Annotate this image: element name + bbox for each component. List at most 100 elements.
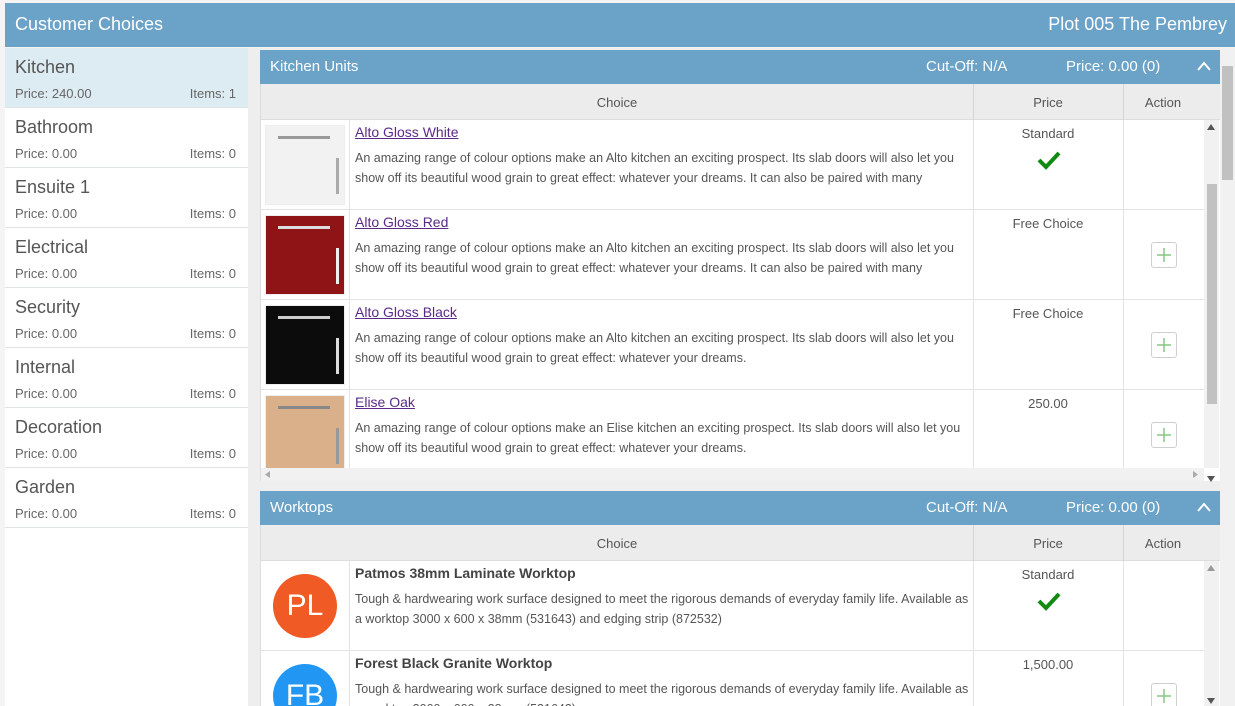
- choice-price: Free Choice: [1012, 216, 1084, 231]
- horizontal-scrollbar[interactable]: [261, 468, 1204, 481]
- table-body: PL Patmos 38mm Laminate Worktop Tough & …: [261, 561, 1204, 706]
- add-choice-button[interactable]: [1151, 683, 1177, 706]
- table-header: Choice Price Action: [261, 525, 1220, 561]
- table-row: FB Forest Black Granite Worktop Tough & …: [261, 651, 1204, 706]
- door-thumbnail: [265, 305, 345, 385]
- sidebar-item-security[interactable]: Security Price: 0.00 Items: 0: [5, 288, 248, 348]
- scroll-left-icon[interactable]: [265, 471, 270, 478]
- door-thumbnail: [265, 215, 345, 295]
- plus-icon: [1157, 689, 1171, 703]
- sidebar-item-price: Price: 0.00: [15, 386, 78, 401]
- panel-worktops: Worktops Cut-Off: N/A Price: 0.00 (0) Ch…: [260, 491, 1220, 706]
- plot-name: Plot 005 The Pembrey: [1048, 14, 1227, 34]
- choice-price: 1,500.00: [1022, 657, 1074, 672]
- choice-description: Tough & hardwearing work surface designe…: [355, 592, 969, 626]
- chevron-up-icon[interactable]: [1196, 60, 1212, 72]
- sidebar-item-name: Internal: [15, 357, 76, 377]
- sidebar-item-price: Price: 0.00: [15, 446, 78, 461]
- sidebar-item-decoration[interactable]: Decoration Price: 0.00 Items: 0: [5, 408, 248, 468]
- sidebar-item-count: Items: 1: [189, 86, 236, 101]
- plus-icon: [1157, 428, 1171, 442]
- panel-price: Price: 0.00 (0): [1066, 58, 1161, 75]
- table-row: Alto Gloss Black An amazing range of col…: [261, 300, 1204, 390]
- table-row: Alto Gloss White An amazing range of col…: [261, 120, 1204, 210]
- add-choice-button[interactable]: [1151, 242, 1177, 268]
- panel-cutoff: Cut-Off: N/A: [926, 58, 1008, 75]
- sidebar-item-kitchen[interactable]: Kitchen Price: 240.00 Items: 1: [5, 48, 248, 108]
- scroll-down-icon[interactable]: [1207, 476, 1215, 482]
- sidebar-item-price: Price: 0.00: [15, 326, 78, 341]
- sidebar-item-bathroom[interactable]: Bathroom Price: 0.00 Items: 0: [5, 108, 248, 168]
- page-scrollbar-thumb[interactable]: [1222, 66, 1233, 180]
- sidebar-item-count: Items: 0: [189, 446, 236, 461]
- add-choice-button[interactable]: [1151, 332, 1177, 358]
- sidebar-item-price: Price: 0.00: [15, 266, 78, 281]
- scroll-up-icon[interactable]: [1207, 565, 1215, 571]
- app-header: Customer Choices Plot 005 The Pembrey: [5, 3, 1235, 47]
- checkmark-icon: [1037, 592, 1061, 611]
- plus-icon: [1157, 338, 1171, 352]
- choice-name-link[interactable]: Alto Gloss Black: [355, 304, 457, 320]
- page-scrollbar[interactable]: [1220, 48, 1235, 706]
- table-row: Alto Gloss Red An amazing range of colou…: [261, 210, 1204, 300]
- choice-name-link[interactable]: Alto Gloss White: [355, 124, 458, 140]
- choice-description: An amazing range of colour options make …: [355, 151, 954, 185]
- table-body: Alto Gloss White An amazing range of col…: [261, 120, 1204, 468]
- sidebar-item-ensuite-1[interactable]: Ensuite 1 Price: 0.00 Items: 0: [5, 168, 248, 228]
- sidebar-item-count: Items: 0: [189, 506, 236, 521]
- choice-name-link[interactable]: Elise Oak: [355, 394, 415, 410]
- sidebar-item-electrical[interactable]: Electrical Price: 0.00 Items: 0: [5, 228, 248, 288]
- sidebar-item-name: Electrical: [15, 237, 89, 257]
- choice-name-link[interactable]: Alto Gloss Red: [355, 214, 448, 230]
- scroll-right-icon[interactable]: [1193, 471, 1198, 478]
- choice-description: Tough & hardwearing work surface designe…: [355, 682, 969, 706]
- choice-price: Standard: [1021, 567, 1075, 582]
- choice-price: Standard: [1021, 126, 1075, 141]
- door-thumbnail: [265, 395, 345, 468]
- sidebar-item-name: Bathroom: [15, 117, 94, 137]
- panel-cutoff: Cut-Off: N/A: [926, 499, 1008, 516]
- choice-name: Patmos 38mm Laminate Worktop: [355, 565, 576, 581]
- column-header-choice: Choice: [596, 536, 638, 551]
- panel-kitchen-units: Kitchen Units Cut-Off: N/A Price: 0.00 (…: [260, 50, 1220, 482]
- panel-header[interactable]: Kitchen Units Cut-Off: N/A Price: 0.00 (…: [260, 50, 1220, 84]
- table-header: Choice Price Action: [261, 84, 1220, 120]
- checkmark-icon: [1037, 151, 1061, 170]
- column-header-action: Action: [1144, 536, 1182, 551]
- panel-title: Worktops: [270, 499, 334, 516]
- sidebar-item-name: Security: [15, 297, 81, 317]
- choice-name: Forest Black Granite Worktop: [355, 655, 553, 671]
- sidebar-item-price: Price: 0.00: [15, 206, 78, 221]
- choices-table: Choice Price Action Alto Gloss White An …: [260, 84, 1220, 482]
- panel-price: Price: 0.00 (0): [1066, 499, 1161, 516]
- sidebar-item-garden[interactable]: Garden Price: 0.00 Items: 0: [5, 468, 248, 528]
- scroll-down-icon[interactable]: [1207, 698, 1215, 704]
- add-choice-button[interactable]: [1151, 422, 1177, 448]
- choice-description: An amazing range of colour options make …: [355, 241, 954, 275]
- column-header-price: Price: [1033, 95, 1063, 110]
- scroll-up-icon[interactable]: [1207, 124, 1215, 130]
- table-row: PL Patmos 38mm Laminate Worktop Tough & …: [261, 561, 1204, 651]
- chevron-up-icon[interactable]: [1196, 501, 1212, 513]
- panel-title: Kitchen Units: [270, 58, 359, 75]
- choice-description: An amazing range of colour options make …: [355, 421, 961, 455]
- choice-price: 250.00: [1028, 396, 1068, 411]
- sidebar-item-internal[interactable]: Internal Price: 0.00 Items: 0: [5, 348, 248, 408]
- table-scrollbar[interactable]: [1204, 561, 1219, 706]
- scrollbar-thumb[interactable]: [1207, 184, 1217, 404]
- sidebar-item-name: Ensuite 1: [15, 177, 91, 197]
- avatar: PL: [273, 574, 337, 638]
- column-header-action: Action: [1144, 95, 1182, 110]
- plus-icon: [1157, 248, 1171, 262]
- table-scrollbar[interactable]: [1204, 120, 1219, 482]
- panel-header[interactable]: Worktops Cut-Off: N/A Price: 0.00 (0): [260, 491, 1220, 525]
- sidebar-item-count: Items: 0: [189, 326, 236, 341]
- sidebar-item-price: Price: 0.00: [15, 506, 78, 521]
- column-header-choice: Choice: [596, 95, 638, 110]
- sidebar-item-count: Items: 0: [189, 146, 236, 161]
- sidebar-item-name: Kitchen: [15, 57, 76, 77]
- choices-table: Choice Price Action PL Patmos 38mm Lamin…: [260, 525, 1220, 706]
- column-header-price: Price: [1033, 536, 1063, 551]
- choice-description: An amazing range of colour options make …: [355, 331, 954, 365]
- page-title: Customer Choices: [15, 14, 164, 34]
